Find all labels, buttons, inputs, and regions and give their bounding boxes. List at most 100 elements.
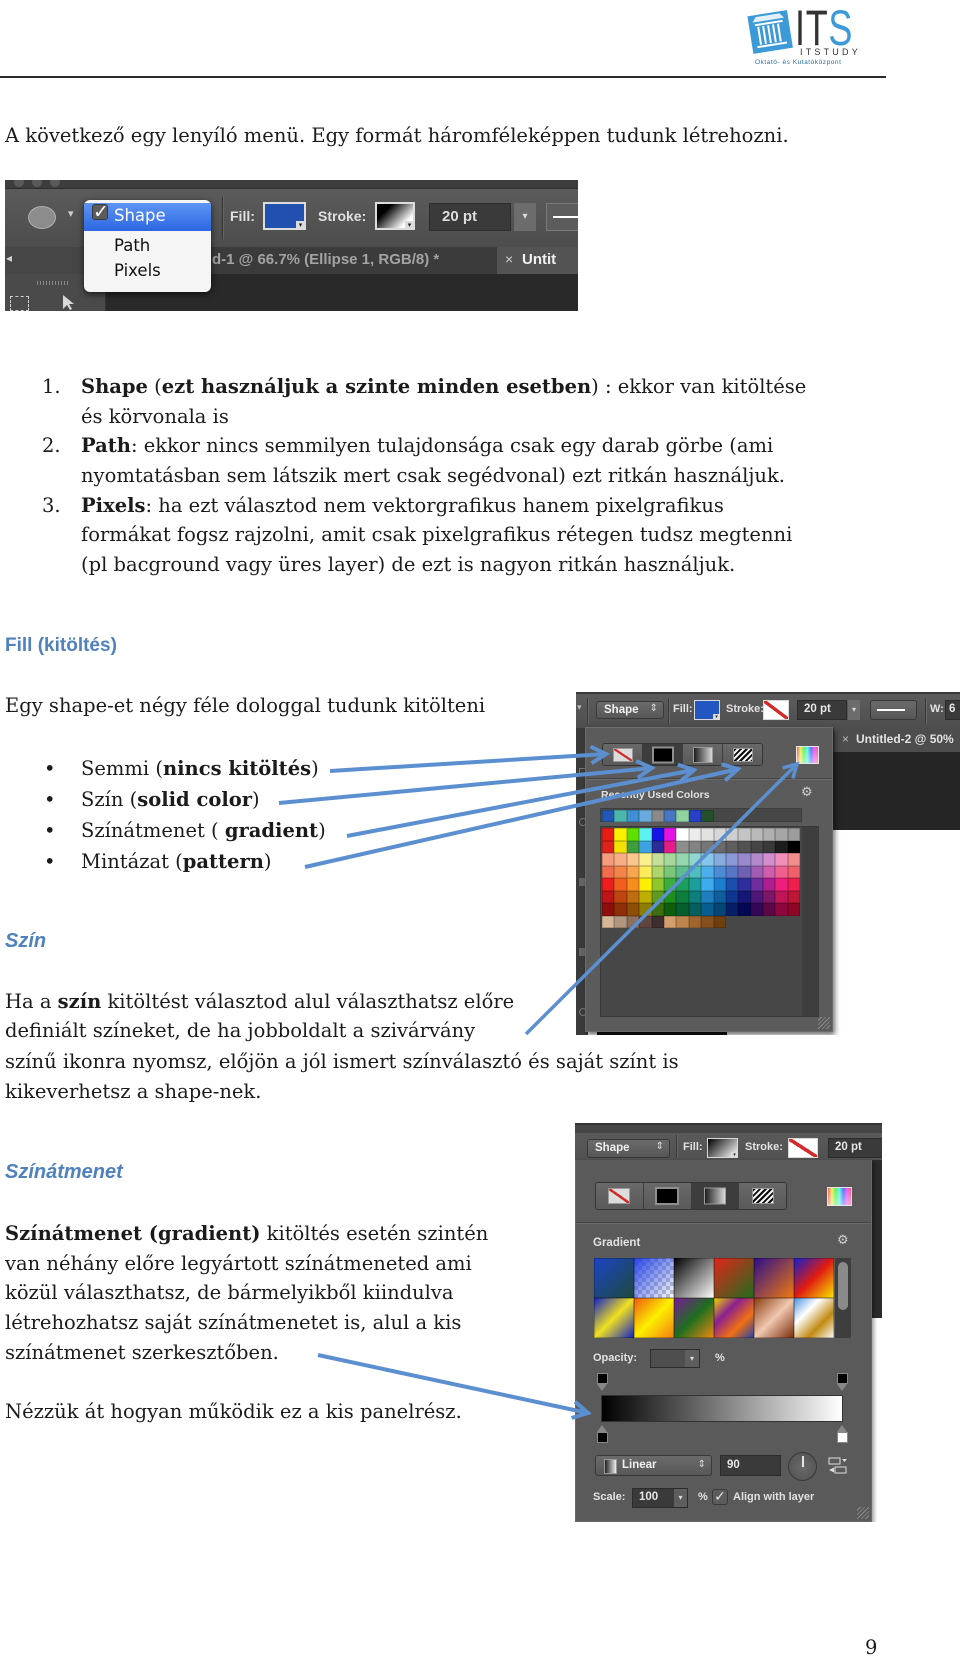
menu-item-path[interactable]: Path [114, 236, 150, 255]
color-swatch[interactable] [663, 878, 677, 891]
color-stop-right[interactable] [837, 1425, 848, 1445]
color-swatch[interactable] [626, 853, 640, 866]
color-swatch[interactable] [713, 853, 726, 866]
opacity-stop-right[interactable] [837, 1373, 848, 1393]
color-swatch[interactable] [651, 915, 664, 928]
fill-swatch[interactable]: ▾ [263, 202, 306, 230]
gradient-preset-swatch[interactable] [674, 1298, 714, 1338]
menu-item-shape[interactable]: ✓ Shape [84, 203, 211, 231]
color-swatch[interactable] [725, 853, 739, 866]
color-swatch[interactable] [663, 828, 677, 841]
color-swatch[interactable] [663, 853, 677, 866]
color-swatch[interactable] [626, 890, 640, 903]
tool-preset-arrow-icon[interactable]: ▾ [577, 703, 582, 713]
color-swatch[interactable] [763, 853, 776, 866]
color-swatch[interactable] [725, 840, 739, 853]
color-swatch[interactable] [626, 878, 640, 891]
angle-dial[interactable] [788, 1452, 817, 1481]
color-swatch[interactable] [713, 840, 726, 853]
color-swatch[interactable] [663, 840, 677, 853]
close-tab-icon[interactable]: × [842, 732, 849, 746]
color-swatch[interactable] [775, 840, 788, 853]
gradient-preset-swatch[interactable] [634, 1258, 674, 1298]
color-swatch[interactable] [614, 853, 627, 866]
move-tool-icon[interactable] [61, 294, 77, 311]
color-swatch[interactable] [738, 903, 751, 916]
color-swatch[interactable] [763, 828, 776, 841]
color-swatch[interactable] [639, 878, 652, 891]
recent-color-swatch[interactable] [663, 810, 677, 822]
color-swatch[interactable] [775, 828, 788, 841]
recent-color-swatch[interactable] [626, 810, 640, 822]
color-swatch[interactable] [626, 903, 640, 916]
recent-color-swatch[interactable] [614, 810, 627, 822]
color-swatch[interactable] [775, 853, 788, 866]
color-swatch[interactable] [676, 853, 689, 866]
recent-color-swatch[interactable] [602, 810, 615, 822]
stroke-swatch[interactable] [788, 1138, 818, 1158]
recent-color-swatch[interactable] [688, 810, 702, 822]
color-swatch[interactable] [701, 890, 714, 903]
color-swatch[interactable] [713, 865, 726, 878]
fill-swatch[interactable]: ▾ [707, 1138, 738, 1158]
color-swatch[interactable] [725, 828, 739, 841]
gradient-button[interactable] [691, 1183, 740, 1209]
stroke-swatch[interactable] [763, 700, 789, 720]
color-swatch[interactable] [775, 865, 788, 878]
gradient-preview-bar[interactable] [601, 1395, 843, 1422]
menu-item-pixels[interactable]: Pixels [114, 261, 161, 280]
stroke-width-field[interactable]: 20 pt [797, 700, 847, 720]
solid-color-button[interactable] [643, 744, 683, 765]
color-swatch[interactable] [639, 840, 652, 853]
color-swatch[interactable] [763, 890, 776, 903]
color-swatch[interactable] [701, 840, 714, 853]
color-swatch[interactable] [763, 878, 776, 891]
color-swatch[interactable] [787, 853, 801, 866]
color-picker-icon[interactable] [827, 1187, 852, 1206]
gradient-preset-swatch[interactable] [714, 1258, 754, 1298]
color-swatch[interactable] [626, 828, 640, 841]
color-swatch[interactable] [614, 828, 627, 841]
pattern-button[interactable] [723, 744, 762, 765]
color-swatch[interactable] [750, 903, 764, 916]
gradient-preset-swatch[interactable] [634, 1298, 674, 1338]
color-swatch[interactable] [738, 890, 751, 903]
recent-color-swatch[interactable] [651, 810, 664, 822]
color-swatch[interactable] [676, 878, 689, 891]
color-swatch[interactable] [701, 828, 714, 841]
color-swatch[interactable] [688, 878, 702, 891]
color-swatch[interactable] [651, 865, 664, 878]
opacity-dropdown[interactable]: ▾ [685, 1350, 699, 1367]
color-swatch[interactable] [676, 828, 689, 841]
color-swatch[interactable] [602, 878, 615, 891]
color-swatch[interactable] [688, 840, 702, 853]
color-swatch[interactable] [763, 903, 776, 916]
color-swatch[interactable] [663, 915, 677, 928]
color-swatch[interactable] [651, 890, 664, 903]
color-swatch[interactable] [713, 915, 726, 928]
swatches-scrollbar[interactable] [802, 827, 818, 1016]
color-swatch[interactable] [688, 853, 702, 866]
color-swatch[interactable] [701, 878, 714, 891]
color-swatch[interactable] [639, 890, 652, 903]
color-swatch[interactable] [750, 890, 764, 903]
color-swatch[interactable] [676, 903, 689, 916]
close-tab-icon[interactable]: × [505, 251, 513, 267]
color-swatch[interactable] [701, 903, 714, 916]
color-swatch[interactable] [602, 865, 615, 878]
gradient-preset-swatch[interactable] [594, 1298, 634, 1338]
color-swatch[interactable] [602, 915, 615, 928]
color-swatch[interactable] [602, 890, 615, 903]
color-swatch[interactable] [738, 840, 751, 853]
stroke-width-field[interactable]: 20 pt [429, 203, 511, 231]
gradient-preset-swatch[interactable] [714, 1298, 754, 1338]
color-swatch[interactable] [676, 890, 689, 903]
ellipse-tool-icon[interactable] [28, 206, 56, 229]
align-with-layer-checkbox[interactable]: ✓ [712, 1489, 728, 1505]
document-tab-active[interactable]: d-1 @ 66.7% (Ellipse 1, RGB/8) * [212, 251, 439, 268]
color-swatch[interactable] [639, 828, 652, 841]
document-tab[interactable]: × Untitled-2 @ 50% [834, 728, 960, 752]
color-picker-icon[interactable] [796, 746, 819, 764]
color-swatch[interactable] [725, 903, 739, 916]
color-swatch[interactable] [688, 828, 702, 841]
